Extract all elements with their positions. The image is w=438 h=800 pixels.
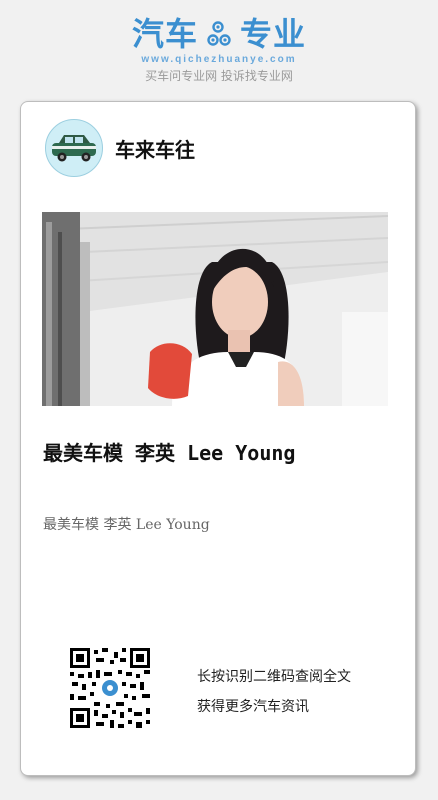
- article-photo[interactable]: [42, 212, 388, 406]
- article-summary: 最美车模 李英 Lee Young: [43, 517, 210, 533]
- gears-icon: [207, 21, 231, 46]
- site-slogan: 买车问专业网 投诉找专业网: [145, 69, 293, 83]
- article-photo-image: [42, 212, 388, 406]
- qr-caption-line2: 获得更多汽车资讯: [197, 699, 309, 715]
- logo-text-right: 专业: [240, 15, 307, 53]
- article-title[interactable]: 最美车模 李英 Lee Young: [43, 438, 301, 468]
- qr-caption: 长按识别二维码查阅全文 获得更多汽车资讯: [197, 662, 351, 722]
- share-card: 车来车往 最美车模 李英 Lee Young 最美车模 李英 Lee Young: [20, 101, 416, 776]
- brand-header: 汽车 专业 www.qichezhuanye.com 买车问专业网 投诉找专业网: [0, 14, 438, 84]
- qr-code[interactable]: [70, 648, 150, 728]
- logo-text-left: 汽车: [131, 15, 198, 53]
- author-row[interactable]: 车来车往: [45, 119, 195, 177]
- site-logo[interactable]: 汽车 专业: [0, 14, 438, 54]
- avatar[interactable]: [45, 119, 103, 177]
- author-name: 车来车往: [115, 137, 195, 162]
- car-icon: [52, 135, 96, 162]
- qr-caption-line1: 长按识别二维码查阅全文: [197, 669, 351, 685]
- site-url: www.qichezhuanye.com: [141, 54, 297, 65]
